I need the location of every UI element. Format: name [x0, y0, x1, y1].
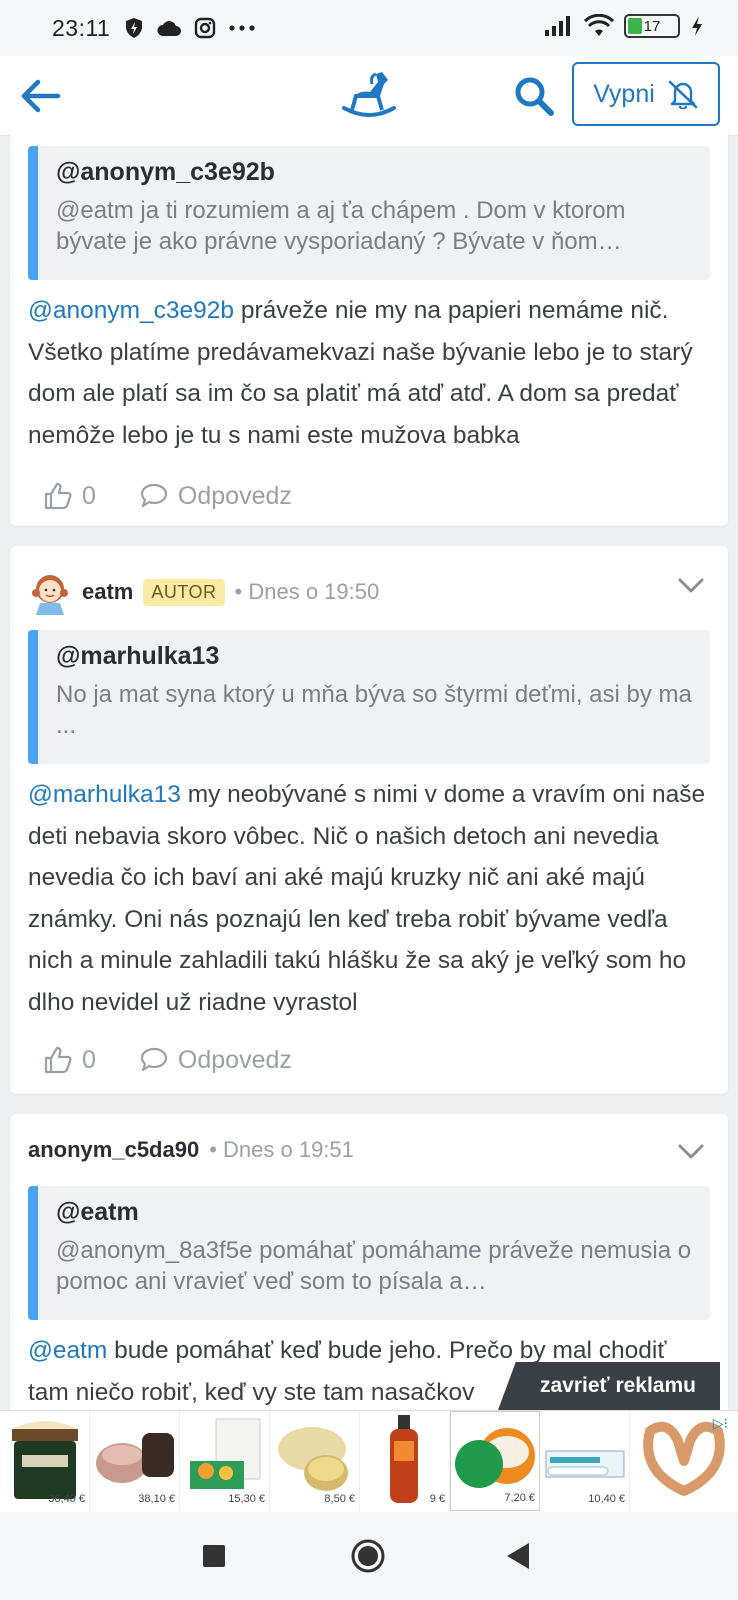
ad-product[interactable]: 8,50 €: [270, 1411, 360, 1511]
rocking-horse-logo-icon[interactable]: [340, 68, 398, 120]
mention-link[interactable]: @marhulka13: [28, 781, 181, 808]
quoted-username: @anonym_c3e92b: [56, 158, 275, 186]
navigation-bar: [0, 1512, 738, 1600]
reply-label: Odpovedz: [177, 1045, 292, 1074]
home-icon[interactable]: [350, 1538, 386, 1574]
comment-card: @anonym_c3e92b @eatm ja ti rozumiem a aj…: [10, 126, 728, 526]
comment-body: @anonym_c3e92b práveže nie my na papieri…: [28, 290, 714, 456]
author-badge: AUTOR: [143, 578, 225, 606]
thumbs-up-icon: [44, 482, 72, 510]
ad-price: 15,30 €: [228, 1493, 265, 1505]
ad-price: 7,20 €: [504, 1492, 535, 1504]
ad-product[interactable]: 15,30 €: [180, 1411, 270, 1511]
reply-button[interactable]: Odpovedz: [140, 1046, 292, 1075]
ad-product[interactable]: 38,10 €: [90, 1411, 180, 1511]
close-ad-button[interactable]: zavrieť reklamu: [498, 1362, 720, 1410]
comment-actions: 0 Odpovedz: [44, 478, 292, 514]
ad-price: 36,40 €: [48, 1493, 85, 1505]
like-count: 0: [82, 1045, 96, 1074]
like-count: 0: [82, 481, 96, 510]
shield-icon: [126, 18, 143, 38]
more-icon: [229, 25, 255, 31]
thumbs-up-icon: [44, 1046, 72, 1074]
quoted-text: @anonym_8a3f5e pomáhať pomáhame práveže …: [56, 1237, 692, 1295]
ad-price: 8,50 €: [324, 1493, 355, 1505]
ad-product[interactable]: 36,40 €: [0, 1411, 90, 1511]
comment-card: eatm AUTOR • Dnes o 19:50 @marhulka13 No…: [10, 546, 728, 1094]
app-bar: Vypni: [0, 56, 738, 136]
adchoices-icon[interactable]: ▷⁝: [713, 1415, 728, 1432]
ad-brand-logo[interactable]: ▷⁝: [630, 1411, 738, 1511]
charging-icon: [692, 16, 702, 36]
ad-banner[interactable]: 36,40 € 38,10 € 15,30 € 8,50 € 9 € 7,20 …: [0, 1410, 738, 1512]
status-bar: 23:11 17: [0, 0, 738, 56]
quoted-reply[interactable]: @anonym_c3e92b @eatm ja ti rozumiem a aj…: [28, 146, 710, 280]
speech-bubble-icon: [140, 483, 168, 508]
ad-price: 38,10 €: [138, 1493, 175, 1505]
quoted-text: No ja mat syna ktorý u mňa býva so štyrm…: [56, 681, 692, 739]
wifi-icon: [584, 14, 614, 36]
mute-notifications-button[interactable]: Vypni: [572, 62, 720, 126]
avatar[interactable]: [28, 569, 72, 615]
comment-username[interactable]: eatm: [82, 579, 133, 605]
like-button[interactable]: 0: [44, 482, 96, 511]
speech-bubble-icon: [140, 1047, 168, 1072]
ad-product[interactable]: 7,20 €: [450, 1411, 540, 1511]
quoted-reply[interactable]: @marhulka13 No ja mat syna ktorý u mňa b…: [28, 630, 710, 764]
ad-price: 9 €: [429, 1493, 445, 1505]
comment-body: @marhulka13 my neobývané s nimi v dome a…: [28, 774, 714, 1023]
mention-link[interactable]: @eatm: [28, 1337, 107, 1364]
signal-icon: [545, 16, 570, 36]
chevron-down-icon[interactable]: [676, 576, 706, 596]
mute-button-label: Vypni: [593, 79, 655, 108]
instagram-icon: [195, 17, 216, 39]
quoted-reply[interactable]: @eatm @anonym_8a3f5e pomáhať pomáhame pr…: [28, 1186, 710, 1320]
quoted-text: @eatm ja ti rozumiem a aj ťa chápem . Do…: [56, 197, 626, 255]
bell-off-icon: [668, 80, 698, 109]
comment-header: anonym_c5da90 • Dnes o 19:51: [28, 1126, 354, 1174]
clock: 23:11: [52, 14, 111, 41]
battery-indicator: 17: [624, 14, 680, 38]
back-triangle-icon[interactable]: [506, 1542, 530, 1570]
like-button[interactable]: 0: [44, 1046, 96, 1075]
chevron-down-icon[interactable]: [676, 1142, 706, 1162]
quoted-username: @eatm: [56, 1198, 139, 1226]
comment-text: my neobývané s nimi v dome a vravím oni …: [28, 781, 706, 1016]
reply-label: Odpovedz: [177, 481, 292, 510]
comment-timestamp: • Dnes o 19:51: [209, 1137, 354, 1162]
comment-header: eatm AUTOR • Dnes o 19:50: [28, 568, 379, 616]
back-arrow-icon[interactable]: [18, 74, 62, 118]
reply-button[interactable]: Odpovedz: [140, 482, 292, 511]
mention-link[interactable]: @anonym_c3e92b: [28, 297, 234, 324]
search-icon[interactable]: [512, 74, 556, 118]
comment-timestamp: • Dnes o 19:50: [234, 579, 380, 604]
ad-price: 10,40 €: [588, 1493, 625, 1505]
comment-username[interactable]: anonym_c5da90: [28, 1137, 199, 1163]
ad-product[interactable]: 9 €: [360, 1411, 450, 1511]
cloud-icon: [157, 21, 182, 36]
recent-apps-icon[interactable]: [202, 1544, 226, 1568]
ad-product[interactable]: 10,40 €: [540, 1411, 630, 1511]
quoted-username: @marhulka13: [56, 642, 220, 670]
comment-actions: 0 Odpovedz: [44, 1042, 292, 1078]
